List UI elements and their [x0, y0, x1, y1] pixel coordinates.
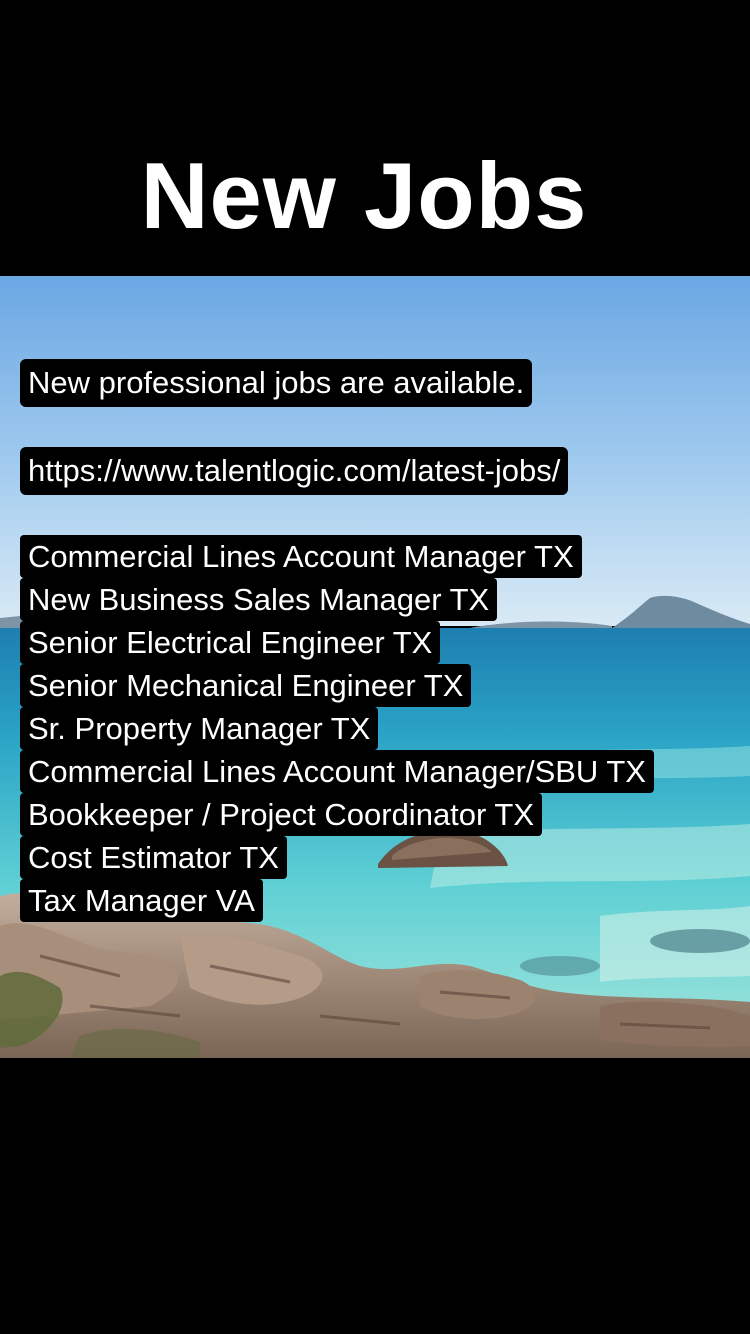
- list-item: Senior Mechanical Engineer TX: [20, 664, 740, 707]
- job-title: Cost Estimator TX: [20, 836, 287, 879]
- story-page: New Jobs New professional jobs are avail…: [0, 0, 750, 1334]
- job-list: Commercial Lines Account Manager TX New …: [20, 535, 740, 922]
- caption-overlay: New professional jobs are available. htt…: [20, 359, 740, 922]
- list-item: Senior Electrical Engineer TX: [20, 621, 740, 664]
- page-title: New Jobs: [140, 143, 588, 248]
- intro-caption: New professional jobs are available.: [20, 359, 533, 407]
- jobs-url-link[interactable]: https://www.talentlogic.com/latest-jobs/: [20, 447, 569, 495]
- list-item: Cost Estimator TX: [20, 836, 740, 879]
- job-title: Tax Manager VA: [20, 879, 263, 922]
- list-item: New Business Sales Manager TX: [20, 578, 740, 621]
- job-title: Bookkeeper / Project Coordinator TX: [20, 793, 543, 836]
- list-item: Commercial Lines Account Manager TX: [20, 535, 740, 578]
- list-item: Tax Manager VA: [20, 879, 740, 922]
- job-title: Sr. Property Manager TX: [20, 707, 379, 750]
- list-item: Commercial Lines Account Manager/SBU TX: [20, 750, 740, 793]
- list-item: Bookkeeper / Project Coordinator TX: [20, 793, 740, 836]
- list-item: Sr. Property Manager TX: [20, 707, 740, 750]
- job-title: Commercial Lines Account Manager TX: [20, 535, 582, 578]
- job-title: Senior Mechanical Engineer TX: [20, 664, 472, 707]
- job-title: Senior Electrical Engineer TX: [20, 621, 441, 664]
- job-title: Commercial Lines Account Manager/SBU TX: [20, 750, 654, 793]
- job-title: New Business Sales Manager TX: [20, 578, 498, 621]
